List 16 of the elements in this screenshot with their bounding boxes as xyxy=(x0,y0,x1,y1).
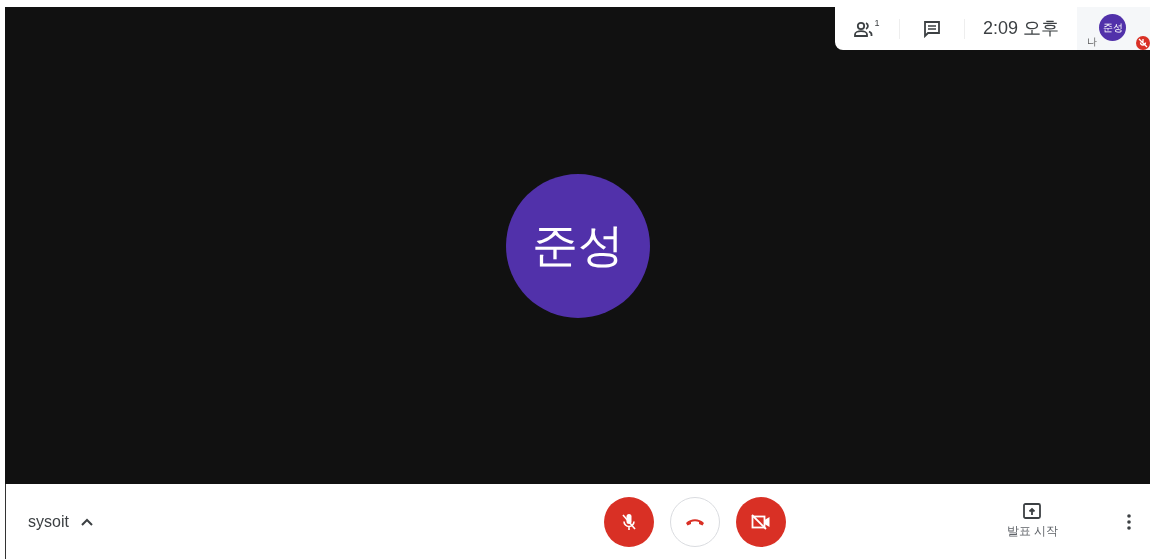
people-icon xyxy=(854,20,875,37)
clock-time: 2:09 오후 xyxy=(981,17,1060,40)
camera-off-icon xyxy=(750,513,771,530)
self-label: 나 xyxy=(1087,35,1097,49)
present-button[interactable]: 발표 시작 xyxy=(1006,503,1058,540)
participants-button[interactable]: 1 xyxy=(835,7,899,50)
more-icon xyxy=(1127,513,1131,530)
chat-icon xyxy=(923,19,941,38)
meeting-details-button[interactable]: sysoit xyxy=(28,509,93,534)
present-screen-icon xyxy=(1023,503,1042,519)
muted-microphone-icon xyxy=(620,512,637,531)
phone-icon xyxy=(684,517,705,526)
chevron-up-icon xyxy=(80,517,93,526)
participant-avatar: 준성 xyxy=(505,173,650,318)
self-avatar: 준성 xyxy=(1099,14,1126,41)
more-options-button[interactable] xyxy=(1124,511,1134,532)
